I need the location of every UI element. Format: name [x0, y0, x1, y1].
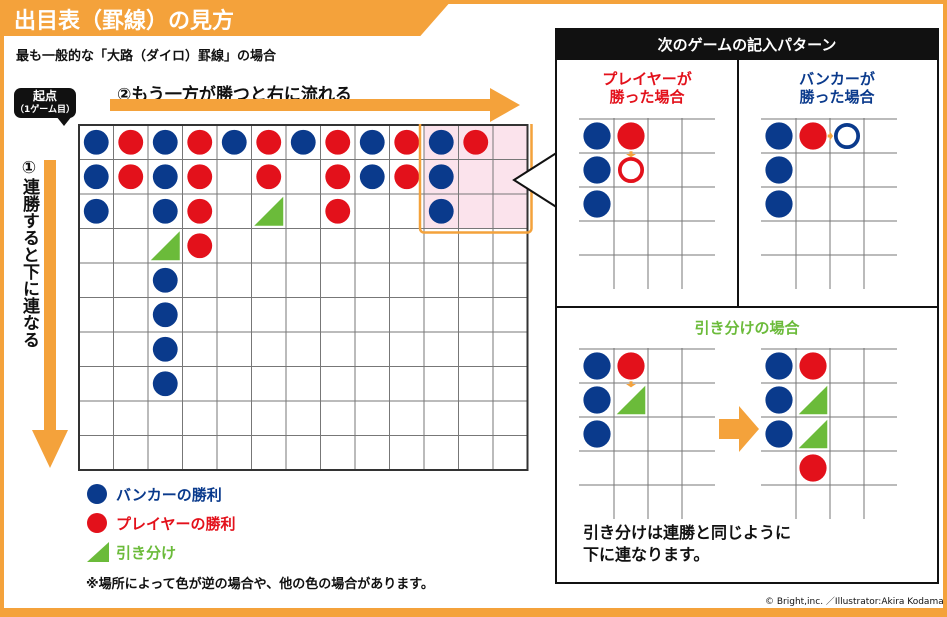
legend-item-tie: 引き分け [86, 540, 176, 564]
banker-mark [765, 122, 793, 150]
player-case-grid [579, 118, 715, 289]
banker-mark [765, 352, 793, 380]
player-mark [799, 454, 827, 482]
next-player-mark [617, 156, 645, 184]
tie-mark [150, 231, 180, 261]
tie-explanation-line1: 引き分けは連勝と同じように [583, 523, 792, 542]
banker-mark [221, 129, 247, 155]
pattern-divider-vertical [737, 60, 739, 306]
player-mark [394, 129, 420, 155]
player-mark [325, 198, 351, 224]
right-small-arrowhead-icon [829, 131, 834, 141]
next-game-pattern-panel: 次のゲームの記入パターン プレイヤーが 勝った場合 バンカーが 勝った場合 引き… [555, 28, 939, 584]
main-scoreboard-grid [78, 124, 533, 471]
page-subtitle: 最も一般的な「大路（ダイロ）罫線」の場合 [16, 49, 277, 64]
tie-case-after-grid [761, 348, 897, 519]
banker-mark [428, 164, 454, 190]
banker-mark [583, 386, 611, 414]
banker-mark [765, 420, 793, 448]
banker-mark [765, 386, 793, 414]
banker-mark [583, 122, 611, 150]
start-point-badge: 起点 （1ゲーム目） [14, 88, 76, 118]
player-case-title: プレイヤーが 勝った場合 [602, 70, 692, 106]
banker-mark [583, 156, 611, 184]
tie-mark [616, 385, 646, 415]
banker-mark [583, 352, 611, 380]
banker-mark [152, 267, 178, 293]
color-note: ※場所によって色が逆の場合や、他の色の場合があります。 [86, 577, 434, 592]
tie-mark [254, 196, 284, 226]
banker-mark [83, 164, 109, 190]
down-arrowhead-icon [626, 154, 636, 158]
player-mark [256, 129, 282, 155]
start-badge-pointer [56, 116, 72, 126]
banker-case-grid [761, 118, 897, 289]
banker-mark [428, 198, 454, 224]
tie-mark [798, 385, 828, 415]
player-mark [187, 129, 213, 155]
player-mark [463, 129, 489, 155]
banker-mark [152, 164, 178, 190]
banker-case-title: バンカーが 勝った場合 [799, 70, 875, 106]
banker-mark [428, 129, 454, 155]
red-circle-icon [87, 513, 107, 533]
copyright-credit: © Bright,inc. ／Illustrator:Akira Kodama [765, 597, 944, 607]
banker-mark [152, 336, 178, 362]
page-canvas: 出目表（罫線）の見方 最も一般的な「大路（ダイロ）罫線」の場合 起点 （1ゲーム… [0, 0, 947, 617]
callout-pointer [512, 150, 560, 210]
legend-item-player: プレイヤーの勝利 [86, 511, 236, 535]
right-arrow-icon [719, 406, 759, 452]
player-mark [187, 198, 213, 224]
legend-item-banker: バンカーの勝利 [86, 482, 222, 506]
banker-mark [583, 420, 611, 448]
player-mark [187, 164, 213, 190]
banker-mark [290, 129, 316, 155]
banker-mark [765, 190, 793, 218]
player-mark [799, 352, 827, 380]
pattern-divider-horizontal [557, 306, 937, 308]
player-mark [118, 129, 144, 155]
player-mark [118, 164, 144, 190]
banker-mark [765, 156, 793, 184]
pattern-panel-header: 次のゲームの記入パターン [557, 30, 937, 60]
page-title: 出目表（罫線）の見方 [14, 9, 235, 34]
banker-mark [152, 371, 178, 397]
banker-mark [83, 198, 109, 224]
green-triangle-icon [87, 542, 109, 562]
next-banker-mark [833, 122, 861, 150]
player-mark [325, 129, 351, 155]
banker-mark [152, 129, 178, 155]
tie-case-title: 引き分けの場合 [694, 319, 800, 337]
tie-explanation-line2: 下に連なります。 [583, 545, 710, 564]
legend-label-tie: 引き分け [116, 544, 177, 562]
start-badge-line1: 起点 [32, 89, 57, 103]
player-mark [617, 352, 645, 380]
banker-mark [83, 129, 109, 155]
legend-label-banker: バンカーの勝利 [116, 486, 222, 504]
down-arrowhead-icon [626, 384, 636, 388]
legend-label-player: プレイヤーの勝利 [116, 515, 236, 533]
banker-mark [359, 129, 385, 155]
tie-mark [798, 419, 828, 449]
player-mark [394, 164, 420, 190]
player-mark [187, 233, 213, 259]
tie-case-before-grid [579, 348, 715, 519]
horizontal-arrow-icon [110, 88, 520, 122]
banker-mark [152, 198, 178, 224]
banker-mark [583, 190, 611, 218]
player-mark [325, 164, 351, 190]
start-badge-line2: （1ゲーム目） [15, 105, 75, 115]
banker-mark [359, 164, 385, 190]
tie-explanation: 引き分けは連勝と同じように 下に連なります。 [583, 522, 791, 566]
blue-circle-icon [87, 484, 107, 504]
vertical-arrow-icon [32, 160, 68, 468]
player-mark [256, 164, 282, 190]
player-mark [617, 122, 645, 150]
player-mark [799, 122, 827, 150]
banker-mark [152, 302, 178, 328]
